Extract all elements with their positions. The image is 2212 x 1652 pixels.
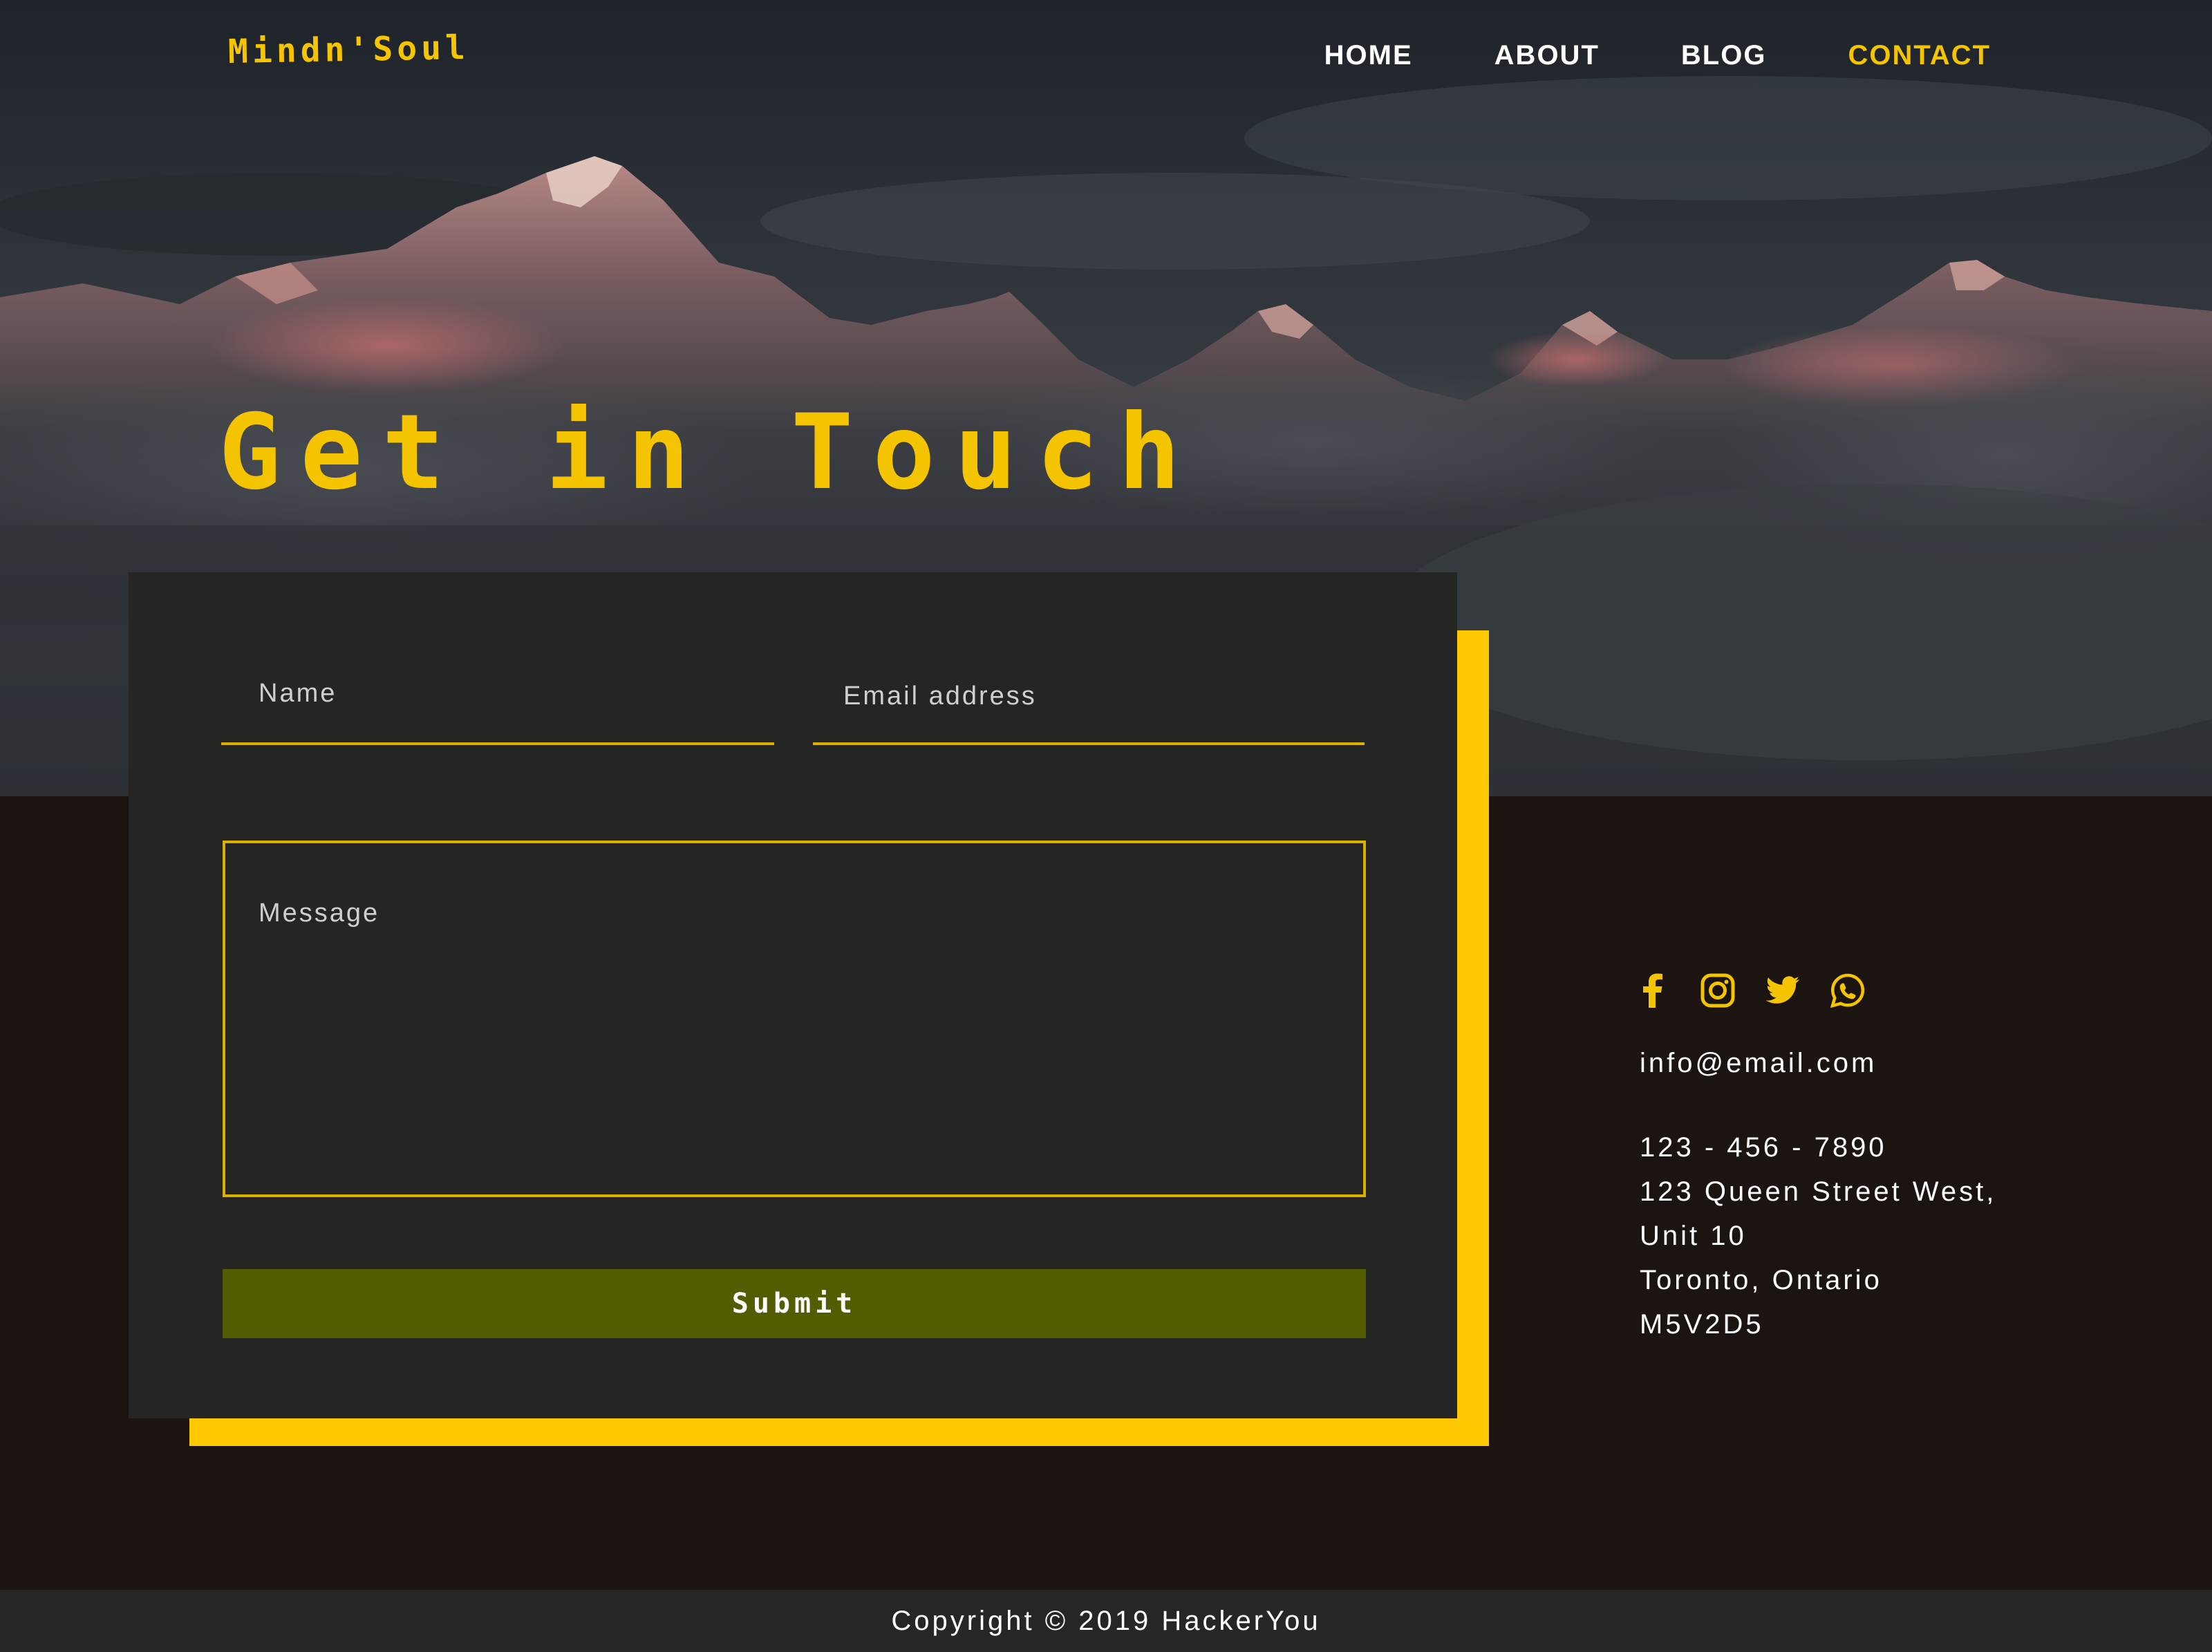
address-line-1: 123 Queen Street West, bbox=[1640, 1176, 1997, 1207]
twitter-icon[interactable] bbox=[1765, 973, 1800, 1008]
postal-code: M5V2D5 bbox=[1640, 1309, 1764, 1340]
name-field[interactable]: Name bbox=[221, 665, 774, 745]
social-links bbox=[1635, 973, 1865, 1008]
instagram-icon[interactable] bbox=[1700, 973, 1735, 1008]
facebook-icon[interactable] bbox=[1635, 973, 1670, 1008]
contact-page: Mindn'Soul HOME ABOUT BLOG CONTACT Get i… bbox=[0, 0, 2212, 1652]
contact-email[interactable]: info@email.com bbox=[1640, 1048, 1877, 1079]
contact-form: Name Email address Message Submit bbox=[129, 572, 1457, 1418]
main-nav: HOME ABOUT BLOG CONTACT bbox=[1324, 40, 1991, 71]
nav-item-contact[interactable]: CONTACT bbox=[1848, 40, 1991, 71]
address-line-2: Unit 10 bbox=[1640, 1221, 1747, 1251]
nav-item-about[interactable]: ABOUT bbox=[1494, 40, 1600, 71]
name-placeholder: Name bbox=[259, 679, 337, 708]
brand-logo[interactable]: Mindn'Soul bbox=[228, 28, 470, 71]
copyright-text: Copyright © 2019 HackerYou bbox=[891, 1605, 1321, 1636]
submit-button[interactable]: Submit bbox=[223, 1269, 1366, 1338]
email-field[interactable]: Email address bbox=[813, 665, 1365, 745]
contact-phone[interactable]: 123 - 456 - 7890 bbox=[1640, 1125, 1996, 1170]
nav-item-blog[interactable]: BLOG bbox=[1681, 40, 1767, 71]
whatsapp-icon[interactable] bbox=[1830, 973, 1865, 1008]
message-placeholder: Message bbox=[259, 899, 380, 928]
submit-button-label: Submit bbox=[731, 1288, 857, 1320]
address-line-3: Toronto, Ontario bbox=[1640, 1265, 1882, 1295]
message-textarea[interactable]: Message bbox=[223, 841, 1366, 1197]
page-title: Get in Touch bbox=[218, 393, 1200, 513]
footer: Copyright © 2019 HackerYou bbox=[0, 1590, 2212, 1652]
contact-details: 123 - 456 - 7890 123 Queen Street West, … bbox=[1640, 1125, 1996, 1346]
email-placeholder: Email address bbox=[843, 682, 1037, 711]
nav-item-home[interactable]: HOME bbox=[1324, 40, 1413, 71]
